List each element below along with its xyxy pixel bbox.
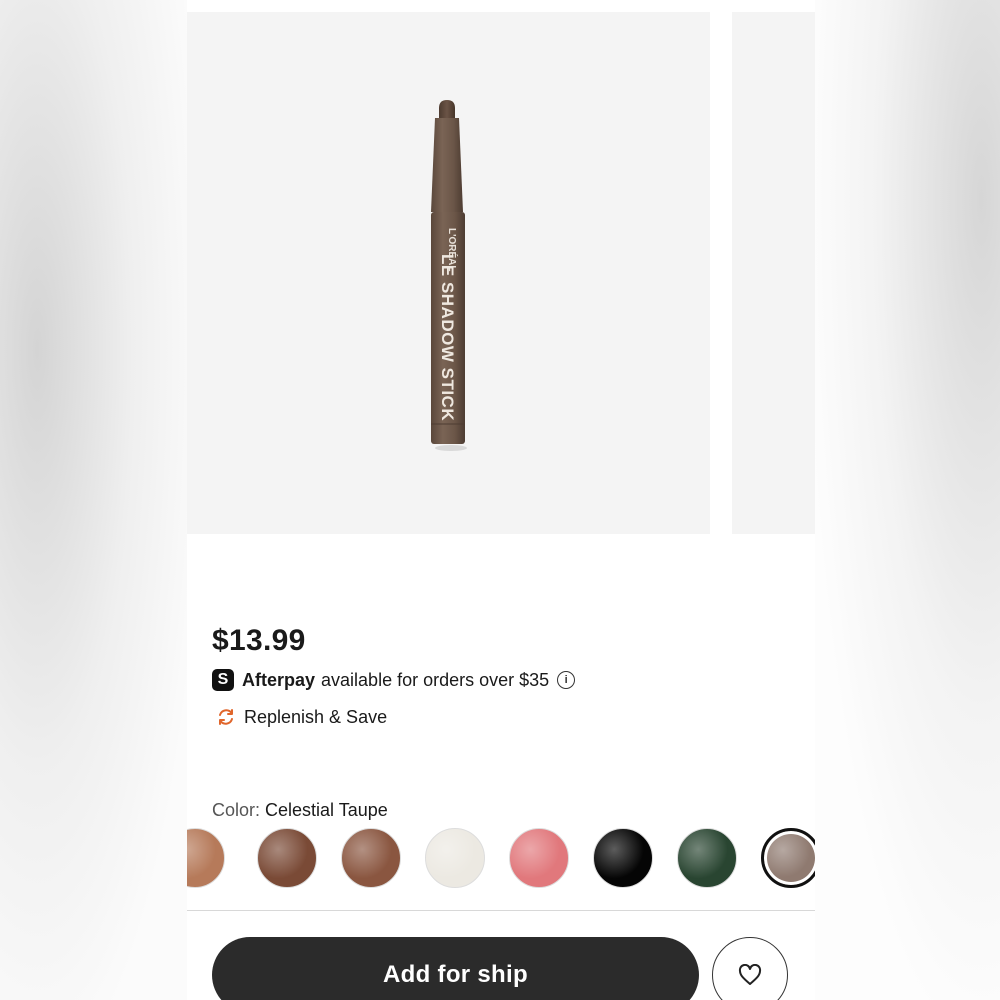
product-image-main[interactable]: L'ORÉAL LE SHADOW STICK — [187, 12, 710, 534]
color-swatch[interactable] — [509, 828, 569, 888]
color-selection-label: Color: Celestial Taupe — [212, 800, 388, 821]
product-page: L'ORÉAL LE SHADOW STICK $13.99 S Afterpa… — [187, 0, 815, 1000]
product-price: $13.99 — [212, 624, 306, 657]
afterpay-text: available for orders over $35 — [321, 669, 550, 690]
product-image-next[interactable] — [732, 12, 815, 534]
stick-name: LE SHADOW STICK — [438, 254, 457, 421]
replenish-label: Replenish & Save — [244, 706, 388, 727]
eyeshadow-stick-icon: L'ORÉAL LE SHADOW STICK — [431, 100, 467, 451]
replenish-save-link[interactable]: Replenish & Save — [216, 705, 387, 729]
color-swatch[interactable] — [593, 828, 653, 888]
refresh-icon — [219, 709, 233, 725]
divider — [187, 910, 815, 911]
color-swatch[interactable] — [677, 828, 737, 888]
color-label: Color: — [212, 800, 261, 820]
heart-icon — [738, 964, 762, 985]
add-for-ship-button[interactable]: Add for ship — [212, 937, 699, 1000]
color-swatch[interactable] — [761, 828, 815, 888]
info-icon[interactable]: i — [557, 671, 576, 689]
afterpay-brand: Afterpay — [242, 669, 316, 690]
color-swatch[interactable] — [425, 828, 485, 888]
background-right — [815, 0, 1000, 1000]
selected-color-name: Celestial Taupe — [265, 800, 388, 820]
color-swatch[interactable] — [257, 828, 317, 888]
favorite-button[interactable] — [712, 937, 788, 1000]
afterpay-row: S Afterpay available for orders over $35… — [212, 668, 576, 692]
color-swatch[interactable] — [341, 828, 401, 888]
afterpay-logo-icon: S — [212, 669, 234, 691]
background-left — [0, 0, 187, 1000]
color-swatch-row — [187, 826, 815, 890]
color-swatch[interactable] — [187, 828, 225, 888]
